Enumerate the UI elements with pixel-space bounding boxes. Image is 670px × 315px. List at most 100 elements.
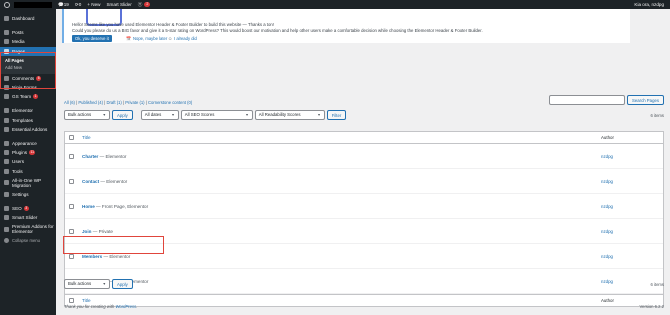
sidebar-item-settings[interactable]: Settings (0, 190, 56, 199)
author-link[interactable]: nzdpg (601, 204, 613, 209)
table-footer-row: Title Author (65, 294, 663, 306)
title-column-header[interactable]: Title (82, 135, 91, 140)
select-all-checkbox-bottom[interactable] (69, 298, 74, 303)
notice-line-1: Hello! Seems like you have used Elemento… (72, 22, 274, 27)
seo-count-badge-sidebar: 3 (23, 205, 29, 211)
seo-menu[interactable]: Ⓨ 2 (138, 2, 151, 8)
page-state: — Elementor (102, 253, 131, 259)
table-row: Newsletters — Draft, Elementor nzdpg (65, 269, 663, 294)
nope-maybe-later-link[interactable]: Nope, maybe later (133, 36, 167, 41)
account-menu[interactable]: Kia ora, nzdpg (634, 2, 664, 7)
table-row: Charter — Elementor nzdpg (65, 144, 663, 169)
items-count-top: 6 items (650, 113, 665, 118)
author-link[interactable]: nzdpg (601, 279, 613, 284)
new-content-menu[interactable]: + New (87, 2, 100, 7)
sidebar-item-appearance[interactable]: Appearance (0, 139, 56, 148)
tablenav-top: Bulk actions ▼ Apply All dates ▼ All SEO S… (64, 110, 347, 120)
chevron-down-icon: ▼ (171, 113, 175, 117)
calendar-icon: 📅 (126, 36, 132, 41)
team-icon (4, 94, 9, 100)
pin-icon (4, 30, 9, 36)
slider-icon (4, 215, 9, 221)
comments-count: 19 (63, 2, 69, 7)
sidebar-item-posts[interactable]: Posts (0, 28, 56, 37)
settings-icon (4, 191, 9, 197)
ok-deserve-it-button[interactable]: Ok, you deserve it (72, 35, 112, 42)
filter-published[interactable]: Published (4) (78, 100, 103, 105)
filter-draft[interactable]: Draft (1) (106, 100, 121, 105)
filter-button[interactable]: Filter (326, 110, 347, 120)
site-name-link[interactable] (14, 1, 52, 8)
footer-version: Version 6.2.2 (639, 304, 664, 309)
dates-select[interactable]: All dates ▼ (140, 110, 179, 120)
sidebar-item-collapse-menu[interactable]: Collapse menu (0, 236, 56, 245)
items-count-bottom: 6 items (650, 282, 665, 287)
author-column-footer: Author (601, 298, 614, 303)
sidebar-item-premium-addons[interactable]: Premium Addons for Elementor (0, 222, 56, 236)
comments-menu[interactable]: 💬 19 (58, 2, 69, 8)
page-title-link[interactable]: Members (82, 254, 102, 259)
status-filter-links: All (6) | Published (4) | Draft (1) | Pr… (64, 100, 193, 105)
search-input[interactable] (549, 95, 625, 105)
row-checkbox[interactable] (69, 153, 74, 159)
page-title-link[interactable]: Contact (82, 179, 99, 184)
row-checkbox[interactable] (69, 178, 74, 184)
footer-thanks: Thank you for creating with WordPress. (64, 304, 138, 309)
wordpress-logo-icon[interactable] (4, 1, 10, 8)
wrench-icon (4, 168, 9, 174)
premium-icon (4, 226, 9, 232)
notice-line-2: Could you please do us a BIG favor and g… (72, 28, 483, 33)
smile-icon: ☺ (168, 36, 173, 41)
search-pages-button[interactable]: Search Pages (627, 95, 664, 105)
updates-menu[interactable]: ⟳ 0 (75, 2, 81, 8)
bulk-actions-select-top[interactable]: Bulk actions ▼ (64, 110, 110, 120)
sidebar-item-smart-slider[interactable]: Smart Slider (0, 213, 56, 222)
author-link[interactable]: nzdpg (601, 254, 613, 259)
sidebar-item-elementor[interactable]: Elementor (0, 106, 56, 115)
sidebar-item-seo[interactable]: SEO 3 (0, 204, 56, 213)
sidebar-item-essential-addons[interactable]: Essential Addons (0, 125, 56, 134)
sidebar-item-plugins[interactable]: Plugins 11 (0, 148, 56, 157)
collapse-icon (4, 238, 9, 244)
table-header-row: Title Author (65, 132, 663, 144)
smart-slider-menu[interactable]: Smart Slider (106, 2, 131, 7)
sidebar-item-templates[interactable]: Templates (0, 116, 56, 125)
title-column-footer[interactable]: Title (82, 298, 91, 303)
plug-icon (4, 150, 9, 156)
sidebar-item-tools[interactable]: Tools (0, 166, 56, 175)
media-icon (4, 39, 9, 45)
author-link[interactable]: nzdpg (601, 179, 613, 184)
already-did-link[interactable]: I already did (174, 36, 197, 41)
filter-all[interactable]: All (6) (64, 100, 75, 105)
bulk-actions-select-bottom[interactable]: Bulk actions ▼ (64, 279, 110, 289)
filter-cornerstone[interactable]: Cornerstone content (0) (148, 100, 192, 105)
folder-icon (4, 117, 9, 123)
author-link[interactable]: nzdpg (601, 229, 613, 234)
wordpress-link[interactable]: WordPress (115, 304, 136, 309)
chevron-down-icon: ▼ (102, 282, 106, 286)
readability-scores-select[interactable]: All Readability Scores ▼ (254, 110, 325, 120)
author-link[interactable]: nzdpg (601, 154, 613, 159)
sidebar-item-dashboard[interactable]: Dashboard (0, 14, 56, 23)
sidebar-item-all-in-one-migration[interactable]: All-in-One WP Migration (0, 176, 56, 190)
sidebar-item-media[interactable]: Media (0, 37, 56, 46)
page-state: — Front Page, Elementor (94, 203, 149, 209)
page-title-link[interactable]: Charter (82, 154, 98, 159)
sidebar-item-gs-team[interactable]: GS Team 1 (0, 92, 56, 101)
newsletters-row-highlight (63, 236, 164, 254)
page-title-link[interactable]: Home (82, 204, 95, 209)
seo-scores-select[interactable]: All SEO Scores ▼ (180, 110, 253, 120)
row-checkbox[interactable] (69, 228, 74, 234)
row-checkbox[interactable] (69, 253, 74, 259)
row-checkbox[interactable] (69, 203, 74, 209)
apply-button-top[interactable]: Apply (112, 110, 133, 120)
sidebar-item-users[interactable]: Users (0, 157, 56, 166)
table-row: Home — Front Page, Elementor nzdpg (65, 194, 663, 219)
filter-private[interactable]: Private (1) (125, 100, 144, 105)
apply-button-bottom[interactable]: Apply (112, 279, 133, 289)
select-all-checkbox[interactable] (69, 135, 74, 140)
review-notice: Hello! Seems like you have used Elemento… (62, 9, 630, 43)
seo-icon (4, 205, 9, 211)
page-state: — Elementor (98, 153, 127, 159)
gs-team-count-badge: 1 (33, 94, 39, 100)
